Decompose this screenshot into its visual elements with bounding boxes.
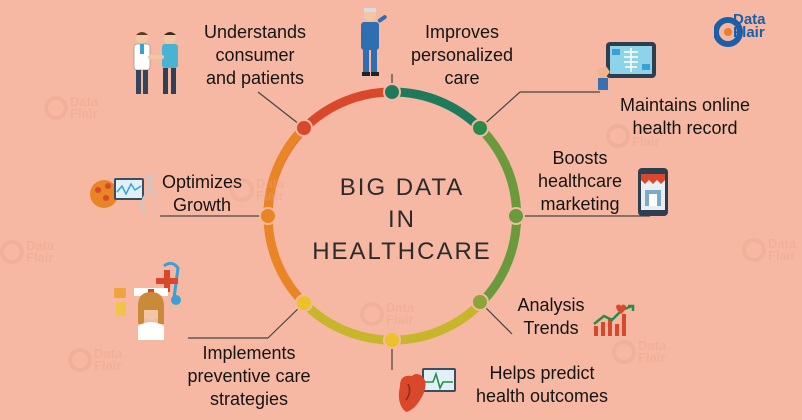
watermark: Data Flair [742,237,796,262]
label-analysis-trends: Analysis Trends [517,295,585,338]
handshake-doctor-icon [133,32,178,94]
watermark: Data Flair [0,239,54,264]
node-dot-3 [471,119,489,137]
node-dot-2 [383,83,401,101]
brand-name: Data Flair [733,11,766,41]
ring-segment-top-right [391,87,484,132]
watermark: Data Flair [612,339,666,364]
watermark: Data Flair [68,347,122,372]
mobile-shop-icon [638,168,668,216]
node-dot-5 [471,293,489,311]
label-improves-care: Improves personalized care [410,22,514,88]
infographic-canvas: Data Flair Data Flair Data Flair Data Fl… [0,0,802,420]
brain-dna-icon [90,173,156,215]
watermark: Data Flair [44,95,98,120]
center-title: BIG DATA IN HEALTHCARE [312,174,492,265]
doctor-pointing-icon [361,8,387,76]
node-dot-7 [295,294,313,312]
label-online-health-record: Maintains online health record [619,95,751,138]
label-predict-outcomes: Helps predict health outcomes [475,363,609,406]
label-boosts-marketing: Boosts healthcare marketing [537,148,623,214]
label-understands-consumer: Understands consumer and patients [203,22,307,88]
label-preventive-care: Implements preventive care strategies [187,343,311,409]
heart-monitor-icon [398,368,456,412]
watermark: Data Flair [360,301,414,326]
tablet-xray-icon [596,42,656,90]
node-dot-4 [507,207,525,225]
ring-segment-left-lower [263,215,308,307]
trend-chart-icon [593,304,635,336]
node-dot-1 [295,119,313,137]
node-dot-6 [383,331,401,349]
label-optimizes-growth: Optimizes Growth [161,172,242,215]
nurse-stethoscope-icon [114,261,181,340]
node-dot-8 [259,207,277,225]
